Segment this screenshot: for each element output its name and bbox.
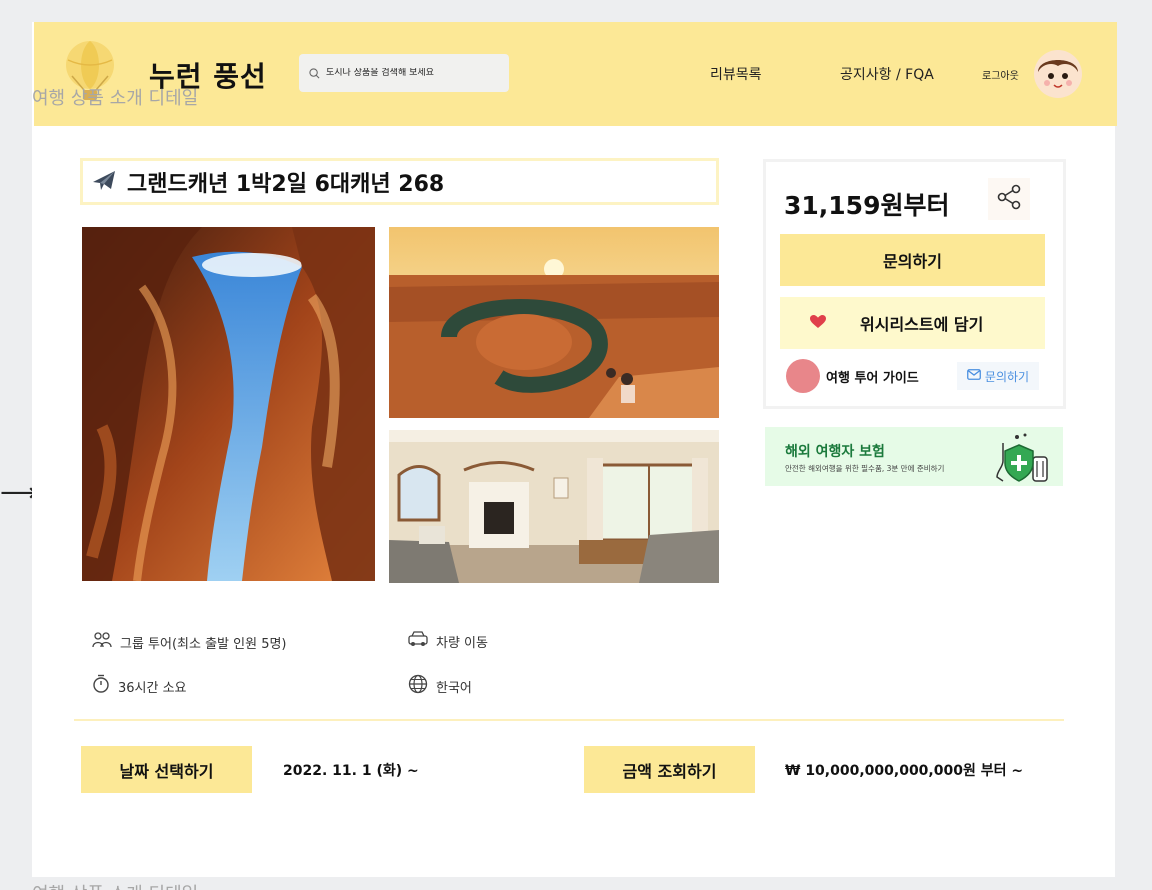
insurance-banner[interactable]: 해외 여행자 보험 안전한 해외여행을 위한 필수품, 3분 만에 준비하기: [765, 427, 1063, 486]
avatar[interactable]: [1034, 50, 1082, 98]
price-lookup-button[interactable]: 금액 조회하기: [584, 746, 755, 793]
canvas-label-bottom: 여행 상품 소개 디테일: [32, 880, 198, 890]
product-title-box: 그랜드캐년 1박2일 6대캐년 268: [80, 158, 719, 205]
section-divider: [74, 719, 1064, 721]
guide-inquiry-label: 문의하기: [984, 369, 1030, 384]
info-vehicle: 차량 이동: [408, 631, 488, 651]
product-title: 그랜드캐년 1박2일 6대캐년 268: [127, 171, 445, 197]
info-language-text: 한국어: [436, 680, 472, 696]
airplane-icon: [91, 168, 117, 196]
header: 누런 풍선 리뷰목록 공지사항 / FQA 로그아웃: [34, 22, 1117, 126]
insurance-subtitle: 안전한 해외여행을 위한 필수품, 3분 만에 준비하기: [785, 464, 945, 473]
search-bar[interactable]: [299, 54, 509, 92]
wishlist-label: 위시리스트에 담기: [860, 315, 984, 334]
globe-icon: [408, 674, 428, 698]
info-group-tour: 그룹 투어(최소 출발 인원 5명): [92, 631, 287, 653]
info-vehicle-text: 차량 이동: [436, 635, 488, 651]
timer-icon: [92, 674, 110, 698]
search-icon: [309, 64, 320, 83]
guide-inquiry-button[interactable]: 문의하기: [957, 362, 1039, 390]
logout-link[interactable]: 로그아웃: [982, 67, 1019, 82]
share-icon: [995, 183, 1023, 215]
info-duration: 36시간 소요: [92, 674, 187, 698]
insurance-shield-icon: [989, 429, 1051, 489]
info-language: 한국어: [408, 674, 472, 698]
price-value: ₩ 10,000,000,000,000원 부터 ~: [785, 763, 1024, 779]
date-value: 2022. 11. 1 (화) ~: [283, 763, 419, 779]
photo-horseshoe-bend[interactable]: [389, 227, 719, 418]
guide-name: 여행 투어 가이드: [826, 370, 919, 386]
booking-card: 31,159원부터 문의하기 위시리스트에 담기 여행 투어 가이드 문의하기: [763, 159, 1066, 409]
nav-notice-link[interactable]: 공지사항 / FQA: [840, 64, 934, 84]
info-duration-text: 36시간 소요: [118, 680, 187, 696]
date-select-button[interactable]: 날짜 선택하기: [81, 746, 252, 793]
info-group-tour-text: 그룹 투어(최소 출발 인원 5명): [120, 636, 287, 652]
inquiry-button[interactable]: 문의하기: [780, 234, 1045, 286]
share-button[interactable]: [988, 178, 1030, 220]
page-frame: 누런 풍선 리뷰목록 공지사항 / FQA 로그아웃: [32, 22, 1117, 877]
card-price: 31,159원부터: [784, 191, 950, 220]
group-icon: [92, 631, 112, 653]
photo-antelope-canyon[interactable]: [82, 227, 375, 581]
guide-info: 여행 투어 가이드: [786, 359, 919, 393]
wishlist-button[interactable]: 위시리스트에 담기: [780, 297, 1045, 349]
insurance-title: 해외 여행자 보험: [785, 444, 885, 460]
photo-living-room[interactable]: [389, 430, 719, 583]
car-icon: [408, 631, 428, 651]
mail-icon: [967, 369, 981, 383]
guide-avatar[interactable]: [786, 359, 820, 393]
nav-reviews-link[interactable]: 리뷰목록: [710, 64, 762, 84]
search-input[interactable]: [326, 68, 496, 78]
canvas-label: 여행 상품 소개 디테일: [32, 88, 199, 109]
heart-icon: [810, 314, 826, 333]
